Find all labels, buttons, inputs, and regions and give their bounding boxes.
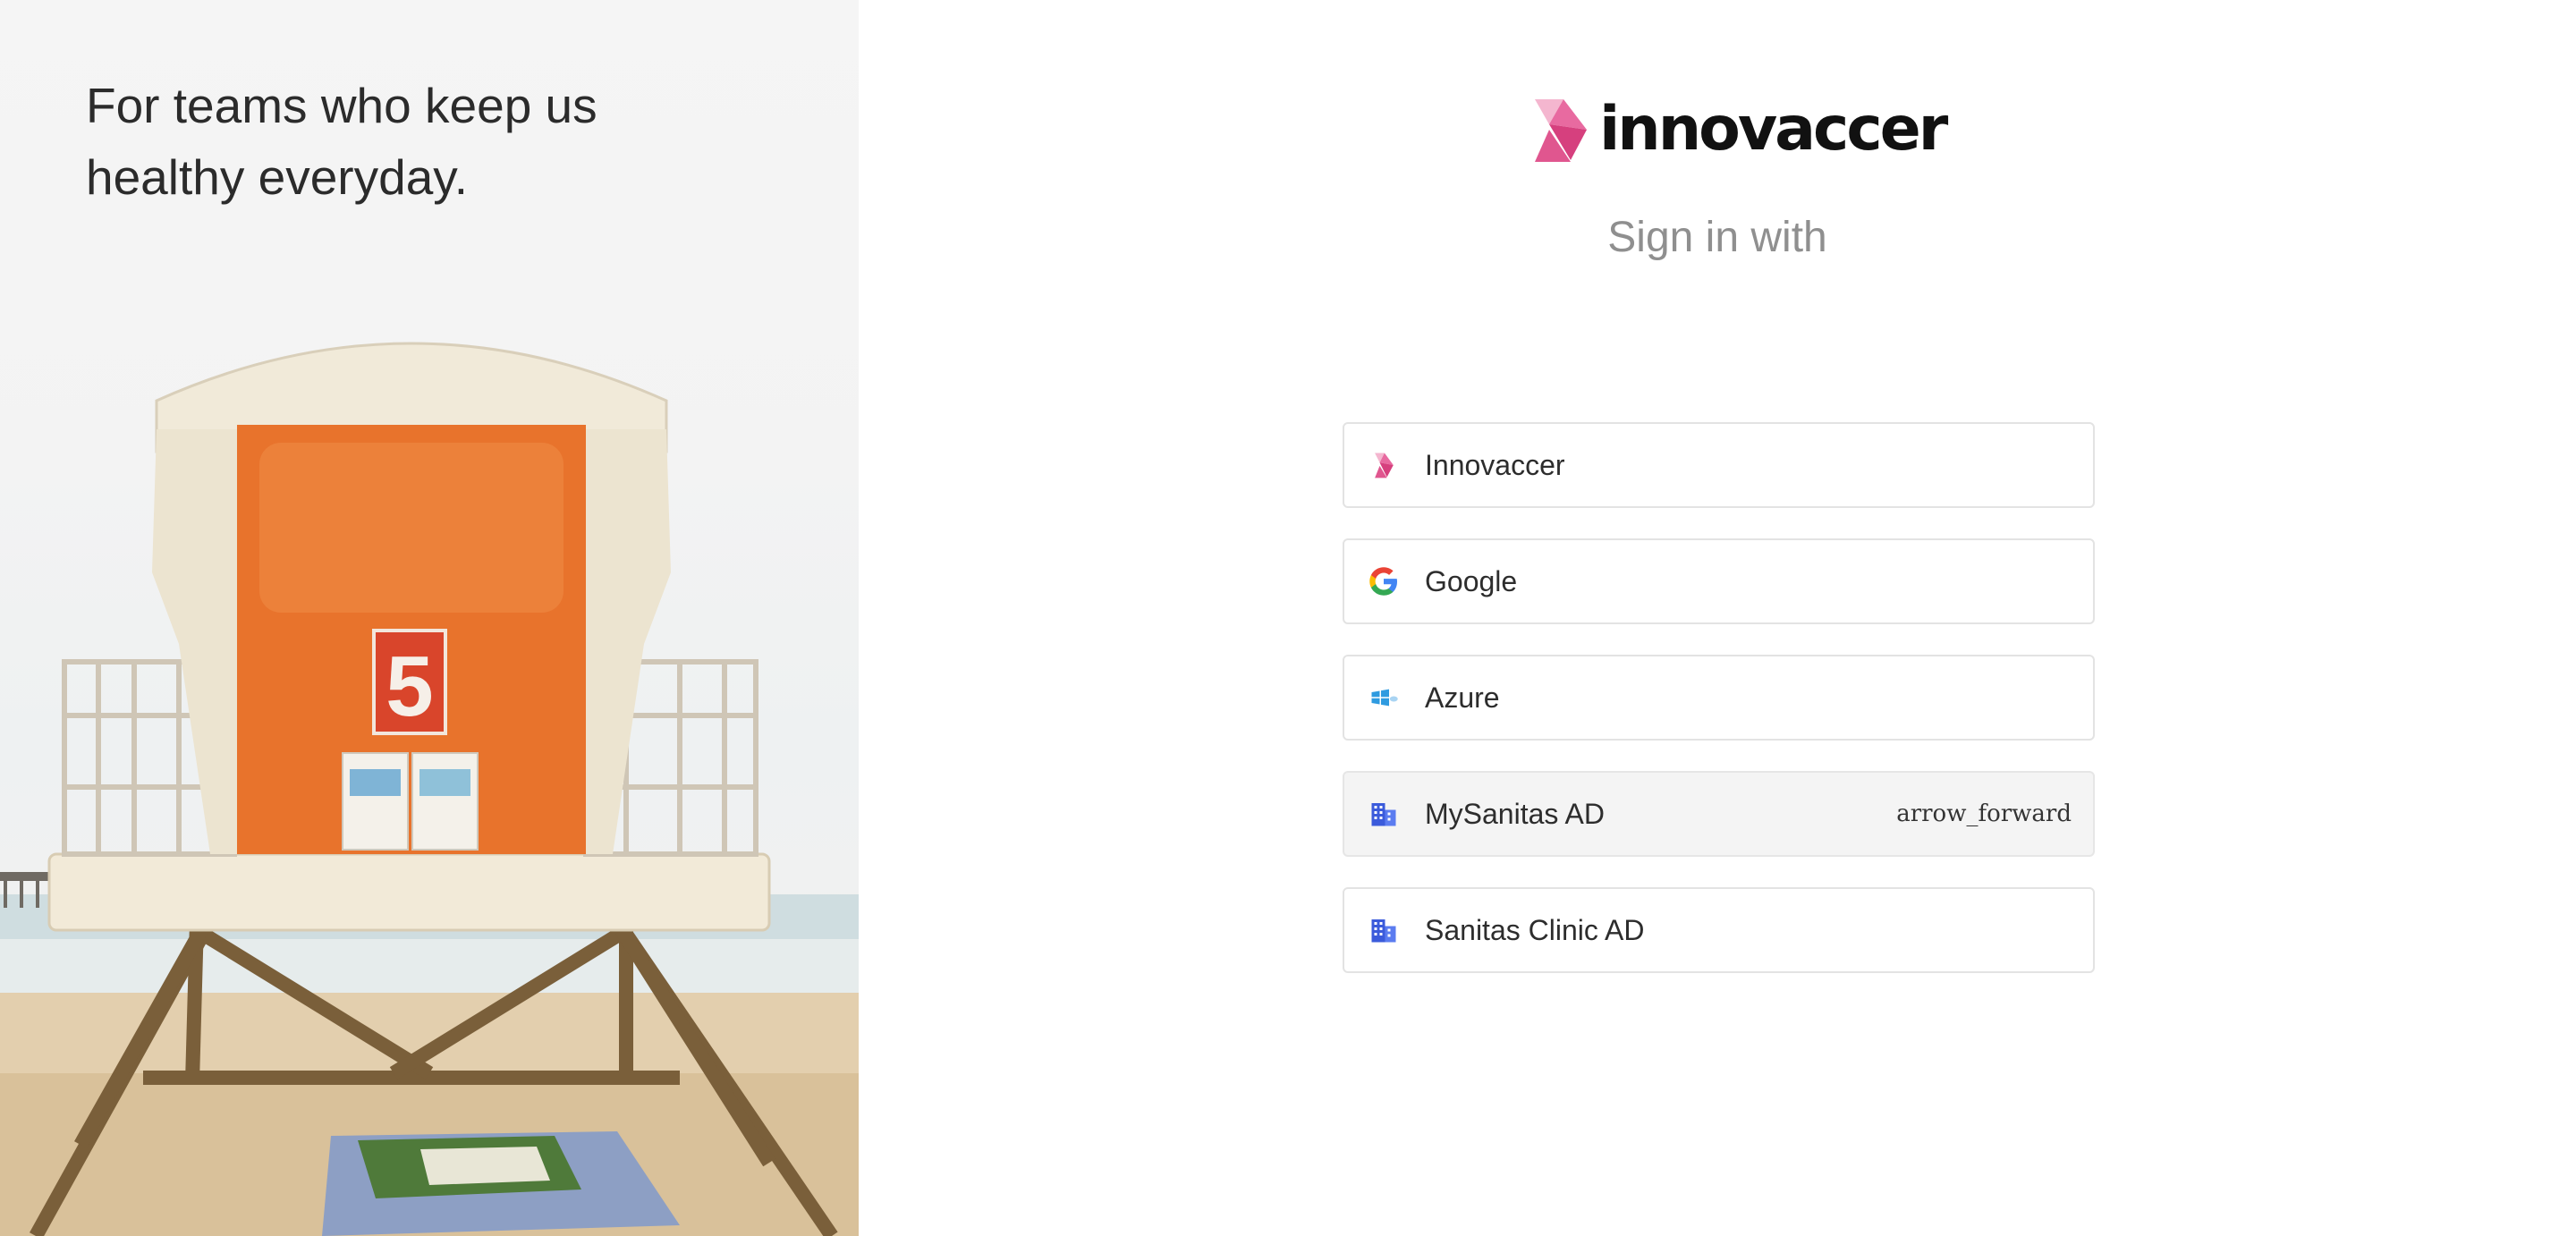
google-icon [1366, 563, 1402, 599]
provider-button-google[interactable]: Google [1343, 538, 2095, 624]
hero-tagline-line-1: For teams who keep us [86, 78, 597, 133]
innovaccer-logo: innovaccer [1531, 94, 1948, 165]
hero-tagline: For teams who keep us healthy everyday. [86, 70, 694, 213]
provider-list: Innovaccer Google Azure MySanitas AD arr… [1343, 422, 2095, 973]
tower-number: 5 [386, 639, 433, 734]
windows-cloud-icon [1366, 680, 1402, 715]
hero-panel: 5 For teams who keep us healthy everyday… [0, 0, 859, 1236]
provider-button-innovaccer[interactable]: Innovaccer [1343, 422, 2095, 508]
signin-panel: innovaccer Sign in with Innovaccer Googl… [859, 0, 2576, 1236]
login-page: 5 For teams who keep us healthy everyday… [0, 0, 2576, 1236]
provider-label: Sanitas Clinic AD [1425, 914, 1645, 946]
building-icon [1366, 912, 1402, 948]
hero-tagline-line-2: healthy everyday. [86, 149, 469, 205]
innovaccer-logo-icon [1535, 99, 1587, 162]
building-icon [1366, 796, 1402, 832]
logo-wordmark: innovaccer [1599, 94, 1948, 165]
provider-label: Azure [1425, 681, 1500, 714]
provider-button-azure[interactable]: Azure [1343, 655, 2095, 741]
provider-label: Google [1425, 565, 1518, 597]
provider-label: Innovaccer [1425, 449, 1565, 481]
provider-button-mysanitas-ad[interactable]: MySanitas AD arrow_forward [1343, 771, 2095, 857]
provider-button-sanitas-clinic-ad[interactable]: Sanitas Clinic AD [1343, 887, 2095, 973]
provider-label: MySanitas AD [1425, 798, 1605, 830]
signin-title: Sign in with [1607, 214, 1827, 261]
arrow-forward-icon: arrow_forward [1896, 800, 2072, 827]
innovaccer-logo-icon [1366, 447, 1402, 483]
